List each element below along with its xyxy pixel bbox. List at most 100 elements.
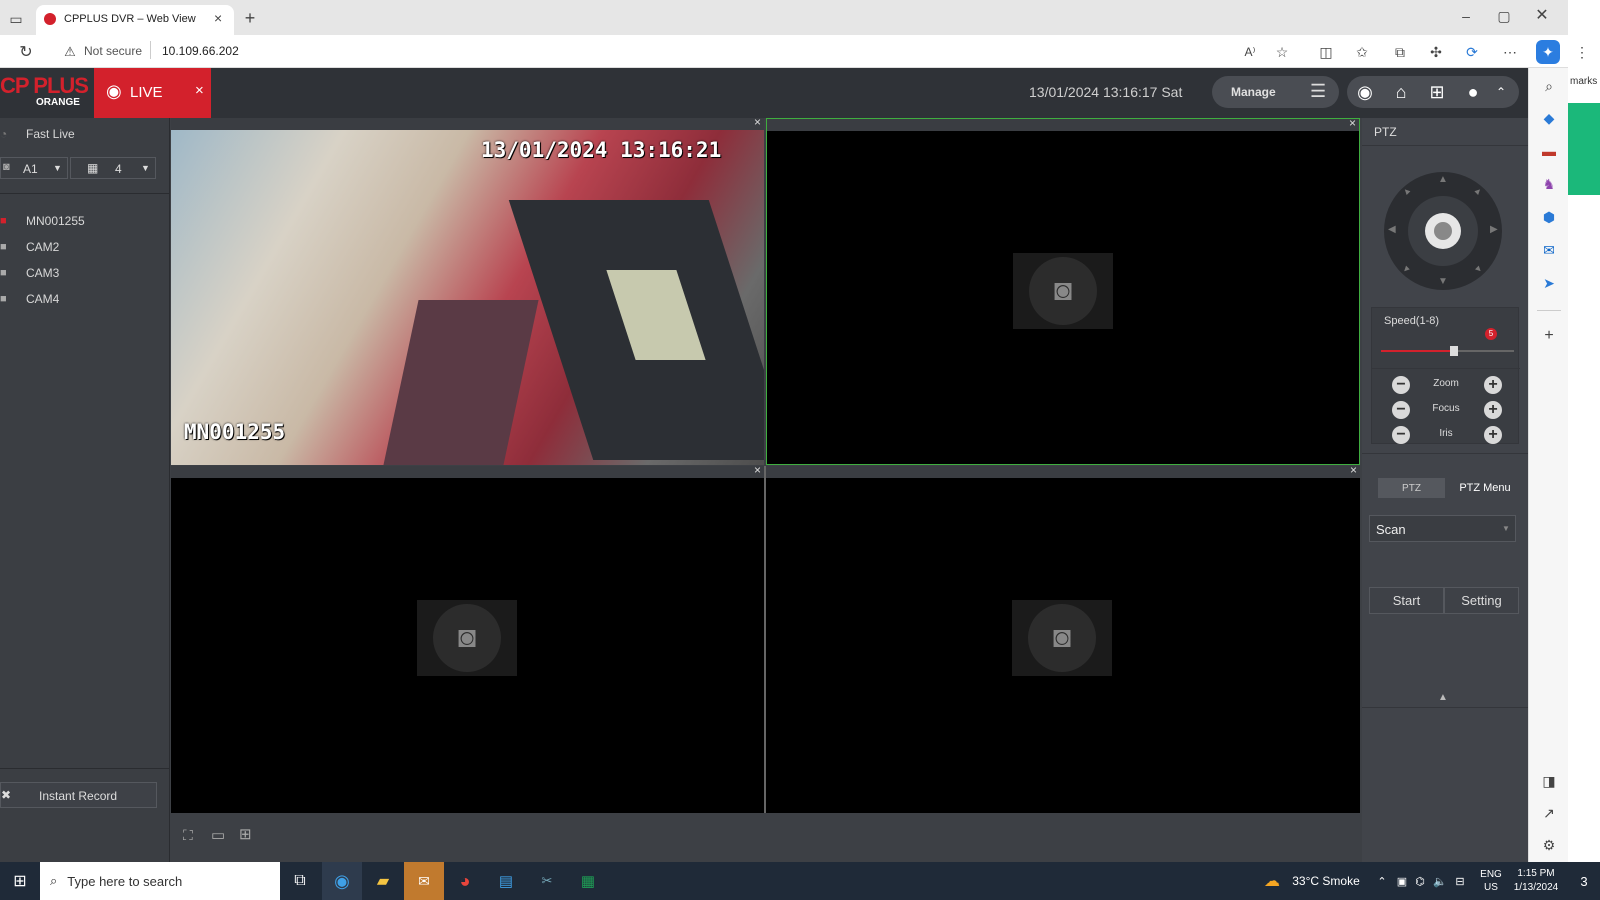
favorites-icon[interactable]: ✩ (1352, 42, 1372, 62)
network-icon[interactable]: ⌬ (1412, 862, 1428, 900)
security-label[interactable]: Not secure (84, 44, 142, 58)
volume-icon[interactable]: 🔈 (1432, 862, 1448, 900)
taskbar-search-box[interactable]: ⌕ Type here to search (40, 862, 280, 900)
close-viewport-icon[interactable]: × (1350, 463, 1357, 477)
minimize-icon[interactable]: – (1456, 6, 1476, 26)
add-icon[interactable]: + (1539, 326, 1559, 346)
fast-live-item[interactable]: ◔ Fast Live (0, 121, 170, 147)
close-viewport-icon[interactable]: × (754, 115, 761, 129)
close-viewport-icon[interactable]: × (754, 463, 761, 477)
live-view-icon[interactable]: ◉ (1351, 78, 1379, 106)
focus-near-button[interactable]: − (1392, 401, 1410, 419)
focus-far-button[interactable]: + (1484, 401, 1502, 419)
tab-ptz-menu[interactable]: PTZ Menu (1450, 478, 1520, 498)
zoom-out-button[interactable]: − (1392, 376, 1410, 394)
user-icon[interactable]: ● (1459, 78, 1487, 106)
language-indicator[interactable]: ENG US (1476, 862, 1506, 900)
pan-down-icon[interactable]: ▼ (1438, 276, 1448, 287)
more-menu-icon[interactable]: ⋯ (1500, 42, 1520, 62)
viewport-4[interactable]: × ◙ (766, 463, 1360, 813)
sidebar-toggle-icon[interactable]: ◨ (1539, 771, 1559, 791)
setting-button[interactable]: Setting (1444, 587, 1519, 614)
instant-record-button[interactable]: ✖ Instant Record (0, 782, 157, 808)
pan-up-right-icon[interactable]: ▲ (1472, 184, 1485, 197)
channel-select[interactable]: ◙ A1 ▼ (0, 157, 68, 179)
zoom-in-button[interactable]: + (1484, 376, 1502, 394)
url-input[interactable]: 10.109.66.202 (162, 44, 239, 58)
excel-app-icon[interactable]: ▦ (568, 862, 608, 900)
manage-button[interactable]: Manage ☰ (1212, 76, 1339, 108)
search-icon[interactable]: ⌕ (1539, 76, 1559, 96)
viewport-1[interactable]: × 13/01/2024 13:16:21 MN001255 (171, 115, 764, 465)
external-link-icon[interactable]: ↗ (1539, 803, 1559, 823)
maximize-icon[interactable]: ▢ (1494, 6, 1514, 26)
quad-view-icon[interactable]: ⊞ (239, 825, 252, 843)
windows-start-icon[interactable]: ⊞ (0, 862, 40, 900)
extensions-icon[interactable]: ✣ (1426, 42, 1446, 62)
close-tab-icon[interactable]: × (214, 10, 222, 26)
store-app-icon[interactable]: ▤ (486, 862, 526, 900)
viewport-3[interactable]: × ◙ (171, 463, 764, 813)
split-screen-icon[interactable]: ◫ (1316, 42, 1336, 62)
snipping-app-icon[interactable]: ✂ (527, 862, 567, 900)
live-tab[interactable]: ◉ LIVE × (94, 68, 211, 118)
games-icon[interactable]: ♞ (1539, 174, 1559, 194)
pan-left-icon[interactable]: ◀ (1388, 224, 1396, 235)
pan-down-left-icon[interactable]: ▼ (1400, 262, 1413, 275)
speed-slider-handle[interactable] (1450, 346, 1458, 356)
iris-open-button[interactable]: + (1484, 426, 1502, 444)
iris-close-button[interactable]: − (1392, 426, 1410, 444)
speed-slider-track[interactable] (1381, 346, 1514, 356)
chevron-up-icon[interactable]: ⌃ (1487, 78, 1515, 106)
outlook-icon[interactable]: ✉ (1539, 240, 1559, 260)
camera-item[interactable]: ■ CAM2 (0, 234, 170, 260)
taskbar-clock[interactable]: 1:15 PM 1/13/2024 (1508, 862, 1564, 900)
pan-right-icon[interactable]: ▶ (1490, 224, 1498, 235)
single-view-icon[interactable]: ▭ (211, 826, 225, 844)
start-button[interactable]: Start (1369, 587, 1444, 614)
tab-actions-icon[interactable]: ▭ (6, 9, 26, 29)
collapse-up-icon[interactable]: ▲ (1438, 692, 1448, 703)
notification-center-icon[interactable]: 3 (1568, 862, 1600, 900)
tools-icon[interactable]: ▬ (1539, 141, 1559, 161)
office-icon[interactable]: ⬢ (1539, 207, 1559, 227)
usb-icon[interactable]: ⊟ (1452, 862, 1468, 900)
fullscreen-icon[interactable]: ⛶ (183, 827, 193, 844)
pan-up-icon[interactable]: ▲ (1438, 174, 1448, 185)
window-close-icon[interactable]: ✕ (1532, 5, 1552, 25)
chrome-app-icon[interactable]: ◕ (445, 862, 485, 900)
grid-icon[interactable]: ⊞ (1423, 78, 1451, 106)
refresh-icon[interactable]: ↻ (16, 42, 36, 62)
new-tab-icon[interactable]: + (240, 8, 260, 28)
close-live-icon[interactable]: × (195, 82, 204, 99)
pan-up-left-icon[interactable]: ▲ (1400, 184, 1413, 197)
camera-item[interactable]: ■ CAM3 (0, 260, 170, 286)
close-viewport-icon[interactable]: × (1349, 116, 1356, 130)
camera-item[interactable]: ■ MN001255 (0, 208, 170, 234)
favorite-star-icon[interactable]: ☆ (1272, 42, 1292, 62)
camera-item[interactable]: ■ CAM4 (0, 286, 170, 312)
outlook-app-icon[interactable]: ✉ (404, 862, 444, 900)
pan-down-right-icon[interactable]: ▼ (1472, 262, 1485, 275)
direction-pad[interactable]: ▲ ▼ ◀ ▶ ▲ ▲ ▼ ▼ (1384, 172, 1502, 290)
layout-select[interactable]: ▦ 4 ▼ (70, 157, 156, 179)
read-aloud-icon[interactable]: A⁾ (1240, 42, 1260, 62)
more-vertical-icon[interactable]: ⋮ (1572, 42, 1592, 62)
viewport-2[interactable]: × ◙ (766, 116, 1360, 465)
task-view-icon[interactable]: ⧉ (285, 862, 315, 900)
shopping-icon[interactable]: ◆ (1539, 108, 1559, 128)
edge-app-icon[interactable]: ◉ (322, 862, 362, 900)
weather-text[interactable]: 33°C Smoke (1286, 862, 1366, 900)
file-explorer-icon[interactable]: ▰ (363, 862, 403, 900)
chevron-up-icon[interactable]: ⌃ (1374, 862, 1390, 900)
browser-tab[interactable]: CPPLUS DVR – Web View × (36, 5, 234, 35)
send-icon[interactable]: ➤ (1539, 273, 1559, 293)
settings-gear-icon[interactable]: ⚙ (1539, 835, 1559, 855)
collections-icon[interactable]: ⧉ (1390, 42, 1410, 62)
edge-sync-icon[interactable]: ⟳ (1462, 42, 1482, 62)
copilot-icon[interactable]: ✦ (1536, 40, 1560, 64)
meet-icon[interactable]: ▣ (1394, 862, 1410, 900)
tab-ptz[interactable]: PTZ (1378, 478, 1445, 498)
ptz-mode-select[interactable]: Scan ▼ (1369, 515, 1516, 542)
home-icon[interactable]: ⌂ (1387, 78, 1415, 106)
